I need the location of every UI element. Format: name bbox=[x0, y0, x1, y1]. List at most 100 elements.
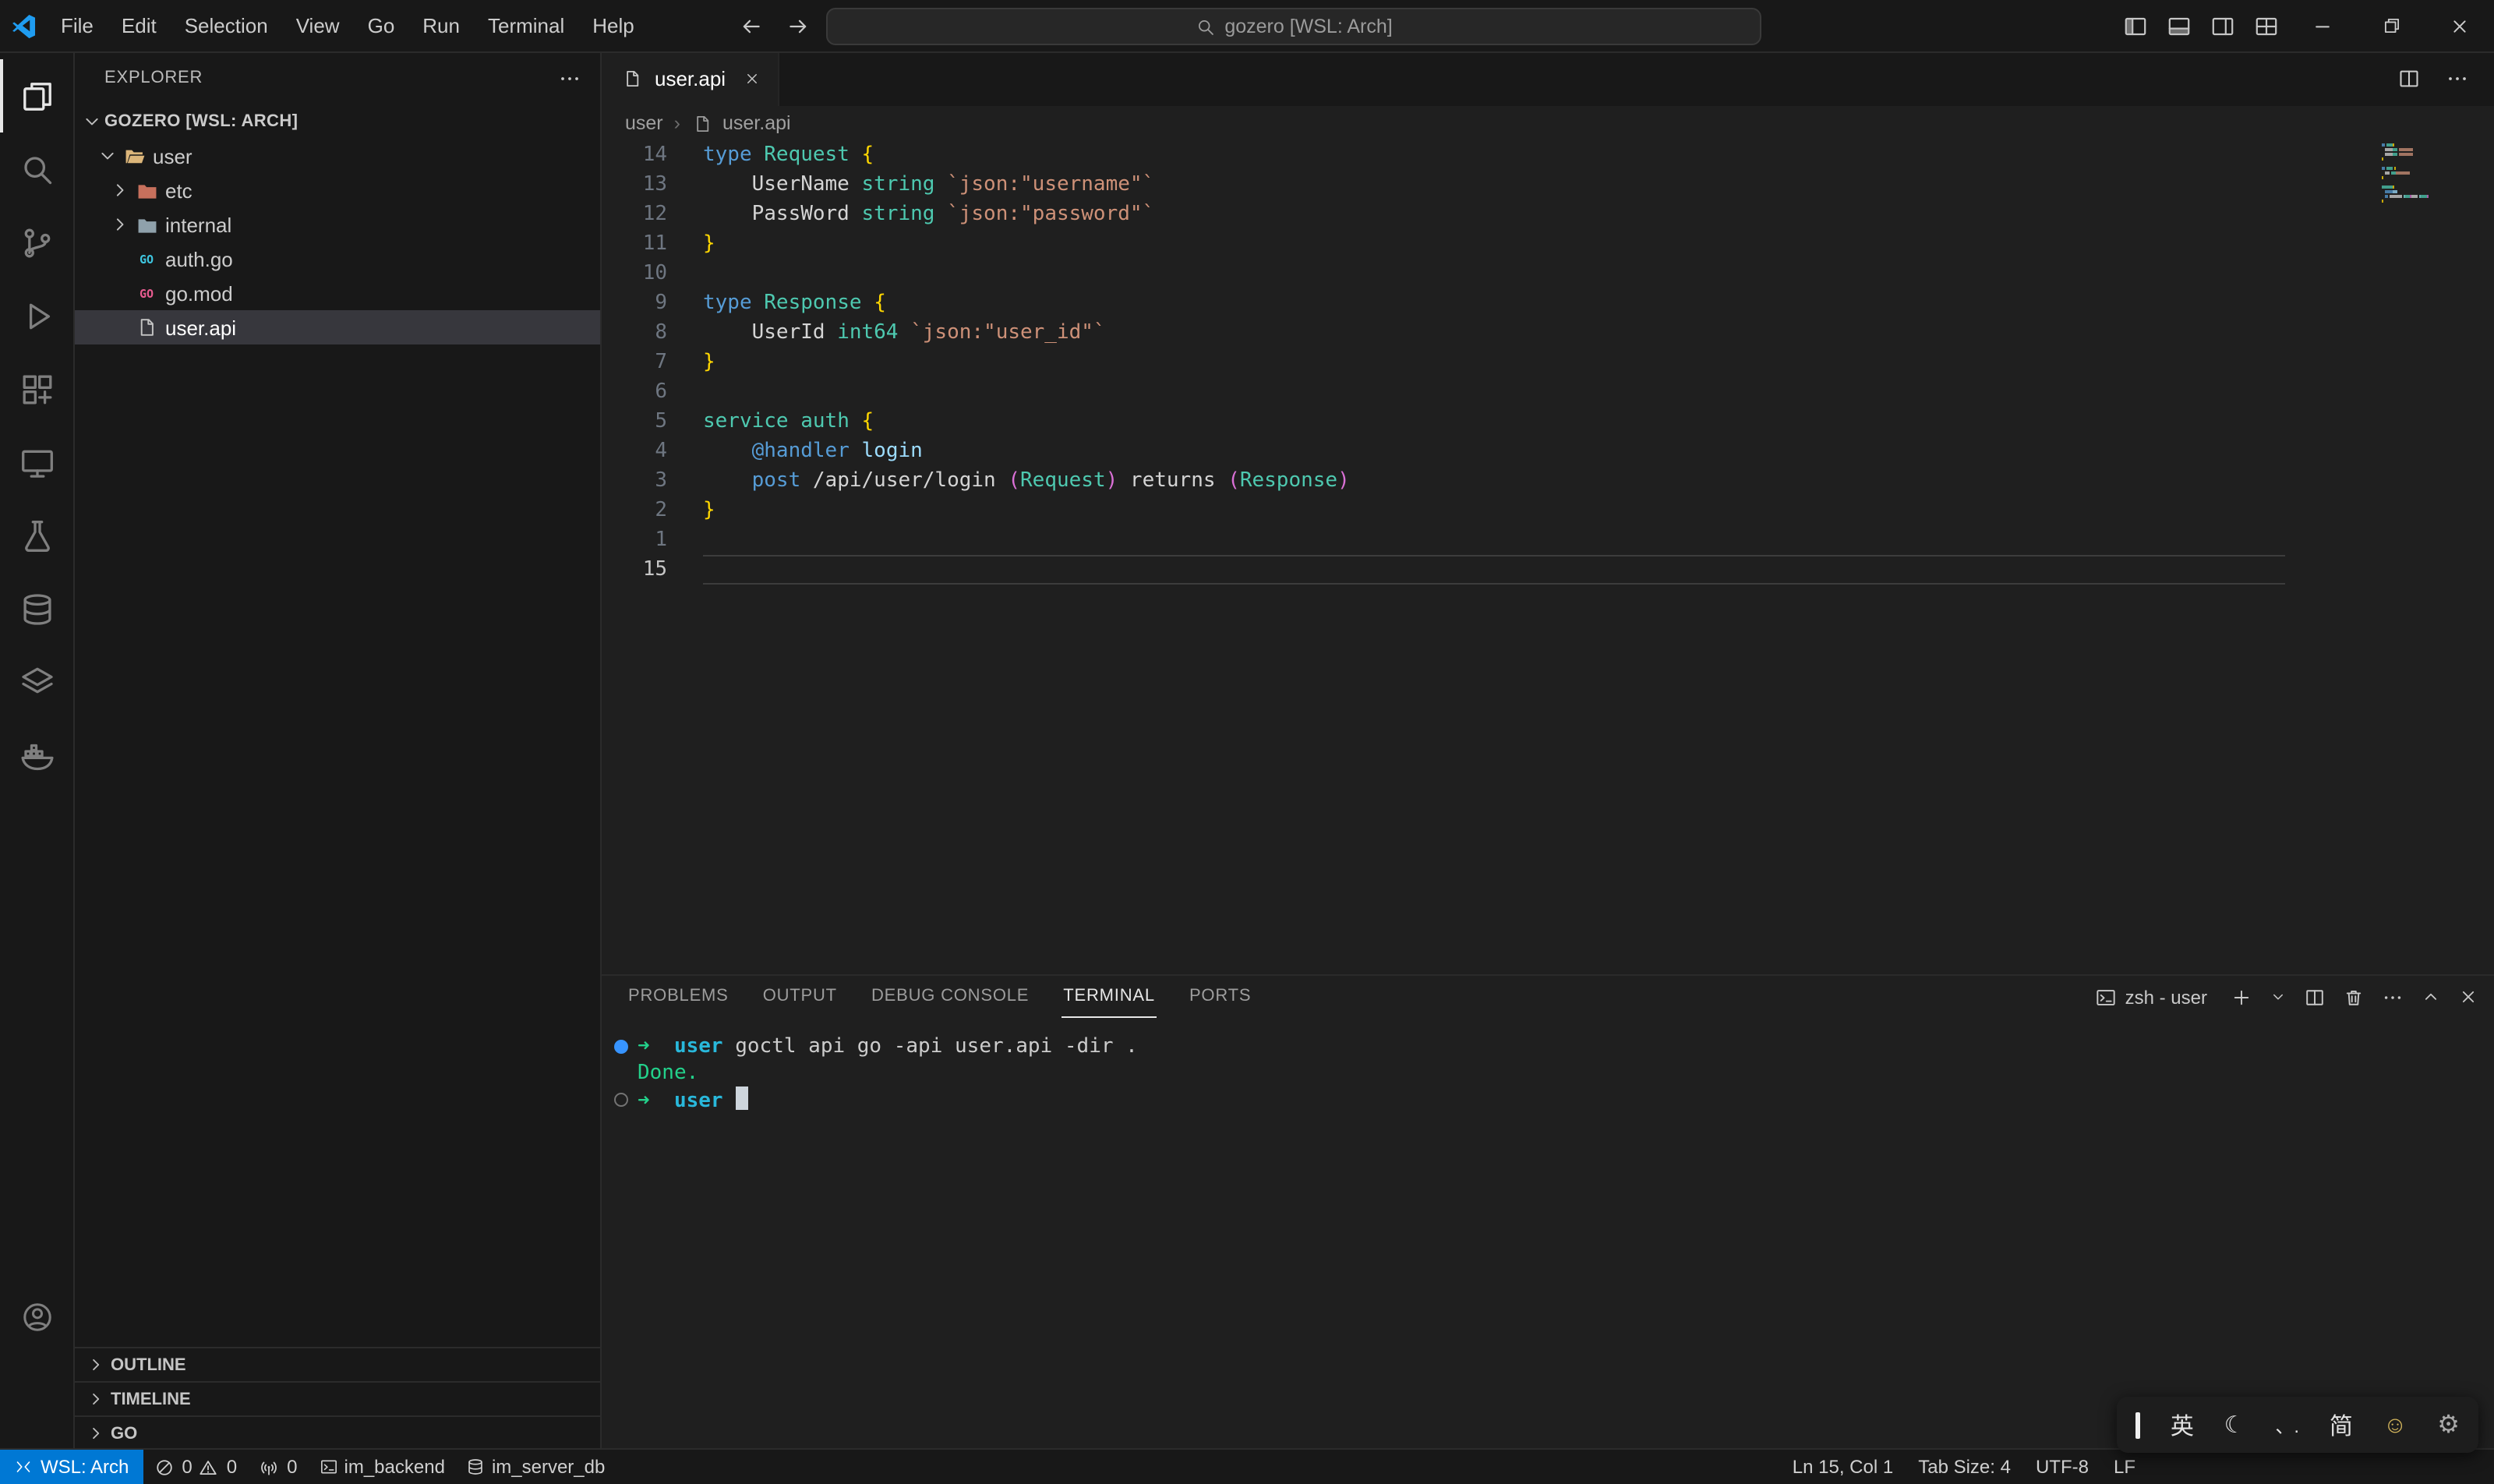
toggle-panel-button[interactable] bbox=[2157, 0, 2201, 51]
code-line-content[interactable]: @handler login bbox=[667, 436, 923, 466]
code-line-content[interactable]: type Request { bbox=[667, 140, 874, 170]
line-number[interactable]: 15 bbox=[600, 555, 667, 585]
kill-terminal-button[interactable] bbox=[2343, 986, 2365, 1008]
activitybar-database[interactable] bbox=[0, 572, 73, 645]
tree-item-internal[interactable]: internal bbox=[73, 207, 600, 242]
code-line-content[interactable]: } bbox=[667, 348, 715, 377]
code-line-content[interactable]: } bbox=[667, 229, 715, 259]
panel-tab-problems[interactable]: PROBLEMS bbox=[627, 976, 730, 1018]
tree-item-etc[interactable]: etc bbox=[73, 173, 600, 207]
terminal[interactable]: ➜ user goctl api go -api user.api -dir .… bbox=[600, 1030, 2494, 1450]
panel-tab-terminal[interactable]: TERMINAL bbox=[1062, 976, 1157, 1018]
line-number[interactable]: 11 bbox=[600, 229, 667, 259]
code-line-content[interactable] bbox=[667, 377, 703, 407]
tree-item-auth-go[interactable]: GOauth.go bbox=[73, 242, 600, 276]
line-number[interactable]: 10 bbox=[600, 259, 667, 288]
activitybar-testing[interactable] bbox=[0, 499, 73, 572]
menu-terminal[interactable]: Terminal bbox=[474, 0, 578, 51]
command-success-decoration-icon[interactable] bbox=[614, 1040, 628, 1054]
ime-punctuation-button[interactable]: 、. bbox=[2275, 1412, 2299, 1438]
menu-edit[interactable]: Edit bbox=[108, 0, 171, 51]
minimize-button[interactable] bbox=[2288, 0, 2357, 51]
tree-item-user-api[interactable]: user.api bbox=[73, 310, 600, 344]
menu-go[interactable]: Go bbox=[354, 0, 409, 51]
menu-help[interactable]: Help bbox=[578, 0, 648, 51]
section-timeline[interactable]: TIMELINE bbox=[73, 1381, 600, 1415]
menu-run[interactable]: Run bbox=[408, 0, 474, 51]
split-terminal-button[interactable] bbox=[2304, 986, 2326, 1008]
breadcrumb-folder[interactable]: user bbox=[625, 112, 663, 134]
new-terminal-button[interactable] bbox=[2231, 986, 2252, 1008]
restore-button[interactable] bbox=[2357, 0, 2425, 51]
status-cursor-position[interactable]: Ln 15, Col 1 bbox=[1780, 1450, 1906, 1484]
breadcrumb-file[interactable]: user.api bbox=[722, 112, 791, 134]
activitybar-docker[interactable] bbox=[0, 719, 73, 792]
status-task-im_server_db[interactable]: im_server_db bbox=[456, 1450, 616, 1484]
section-outline[interactable]: OUTLINE bbox=[73, 1347, 600, 1381]
customize-layout-button[interactable] bbox=[2245, 0, 2288, 51]
menu-selection[interactable]: Selection bbox=[171, 0, 282, 51]
code-line-content[interactable]: type Response { bbox=[667, 288, 886, 318]
minimap[interactable] bbox=[2382, 143, 2472, 214]
code-line-content[interactable]: UserName string `json:"username"` bbox=[667, 170, 1154, 200]
line-number[interactable]: 6 bbox=[600, 377, 667, 407]
code-line-content[interactable]: post /api/user/login (Request) returns (… bbox=[667, 466, 1350, 496]
status-tab-size[interactable]: Tab Size: 4 bbox=[1906, 1450, 2023, 1484]
line-number[interactable]: 13 bbox=[600, 170, 667, 200]
status-eol[interactable]: LF bbox=[2101, 1450, 2148, 1484]
maximize-panel-button[interactable] bbox=[2421, 987, 2441, 1007]
close-button[interactable] bbox=[2425, 0, 2494, 51]
ime-emoji-icon[interactable]: ☺ bbox=[2383, 1412, 2407, 1438]
line-number[interactable]: 8 bbox=[600, 318, 667, 348]
activitybar-remote-explorer[interactable] bbox=[0, 426, 73, 499]
command-center[interactable]: gozero [WSL: Arch] bbox=[826, 8, 1761, 45]
menu-file[interactable]: File bbox=[47, 0, 108, 51]
code-line-content[interactable] bbox=[667, 259, 703, 288]
panel-tab-output[interactable]: OUTPUT bbox=[761, 976, 839, 1018]
status-encoding[interactable]: UTF-8 bbox=[2023, 1450, 2101, 1484]
editor-more-actions-button[interactable] bbox=[2446, 67, 2469, 90]
toggle-primary-sidebar-button[interactable] bbox=[2114, 0, 2157, 51]
panel-tab-debug-console[interactable]: DEBUG CONSOLE bbox=[870, 976, 1030, 1018]
tree-item-user[interactable]: user bbox=[73, 139, 600, 173]
code-line-content[interactable]: PassWord string `json:"password"` bbox=[667, 200, 1154, 229]
close-tab-icon[interactable] bbox=[743, 70, 760, 87]
code-line-content[interactable]: UserId int64 `json:"user_id"` bbox=[667, 318, 1106, 348]
line-number[interactable]: 3 bbox=[600, 466, 667, 496]
ime-gear-icon[interactable]: ⚙ bbox=[2437, 1409, 2460, 1440]
back-icon[interactable] bbox=[739, 13, 764, 38]
line-number[interactable]: 14 bbox=[600, 140, 667, 170]
line-number[interactable]: 5 bbox=[600, 407, 667, 436]
code-line-content[interactable]: } bbox=[667, 496, 715, 525]
activitybar-search[interactable] bbox=[0, 132, 73, 206]
line-number[interactable]: 1 bbox=[600, 525, 667, 555]
activitybar-layers[interactable] bbox=[0, 645, 73, 719]
line-number[interactable]: 4 bbox=[600, 436, 667, 466]
toggle-secondary-sidebar-button[interactable] bbox=[2201, 0, 2245, 51]
ime-simplified-button[interactable]: 简 bbox=[2330, 1408, 2353, 1441]
code-line-content[interactable] bbox=[667, 525, 703, 555]
close-panel-button[interactable] bbox=[2458, 987, 2478, 1007]
activitybar-extensions[interactable] bbox=[0, 352, 73, 426]
activitybar-source-control[interactable] bbox=[0, 206, 73, 279]
command-prompt-decoration-icon[interactable] bbox=[614, 1093, 628, 1107]
code-line-content[interactable] bbox=[667, 555, 703, 585]
line-number[interactable]: 7 bbox=[600, 348, 667, 377]
more-actions-button[interactable] bbox=[2382, 986, 2404, 1008]
status-task-im_backend[interactable]: im_backend bbox=[309, 1450, 456, 1484]
split-editor-button[interactable] bbox=[2397, 67, 2421, 90]
ime-language-button[interactable]: 英 bbox=[2171, 1408, 2194, 1441]
activitybar-explorer[interactable] bbox=[0, 59, 73, 132]
line-number[interactable]: 12 bbox=[600, 200, 667, 229]
tree-item-go-mod[interactable]: GOgo.mod bbox=[73, 276, 600, 310]
tree-root[interactable]: GOZERO [WSL: ARCH] bbox=[73, 104, 600, 139]
code-line-content[interactable]: service auth { bbox=[667, 407, 874, 436]
status-ports[interactable]: 0 bbox=[248, 1450, 308, 1484]
section-go[interactable]: GO bbox=[73, 1415, 600, 1450]
code-editor[interactable]: 14type Request {13 UserName string `json… bbox=[600, 140, 2494, 974]
ime-moon-icon[interactable]: ☾ bbox=[2224, 1411, 2245, 1439]
terminal-profile[interactable]: zsh - user bbox=[2096, 986, 2207, 1008]
tab-user-api[interactable]: user.api bbox=[600, 51, 779, 106]
status-problems[interactable]: 0 0 bbox=[143, 1450, 248, 1484]
forward-icon[interactable] bbox=[786, 13, 811, 38]
